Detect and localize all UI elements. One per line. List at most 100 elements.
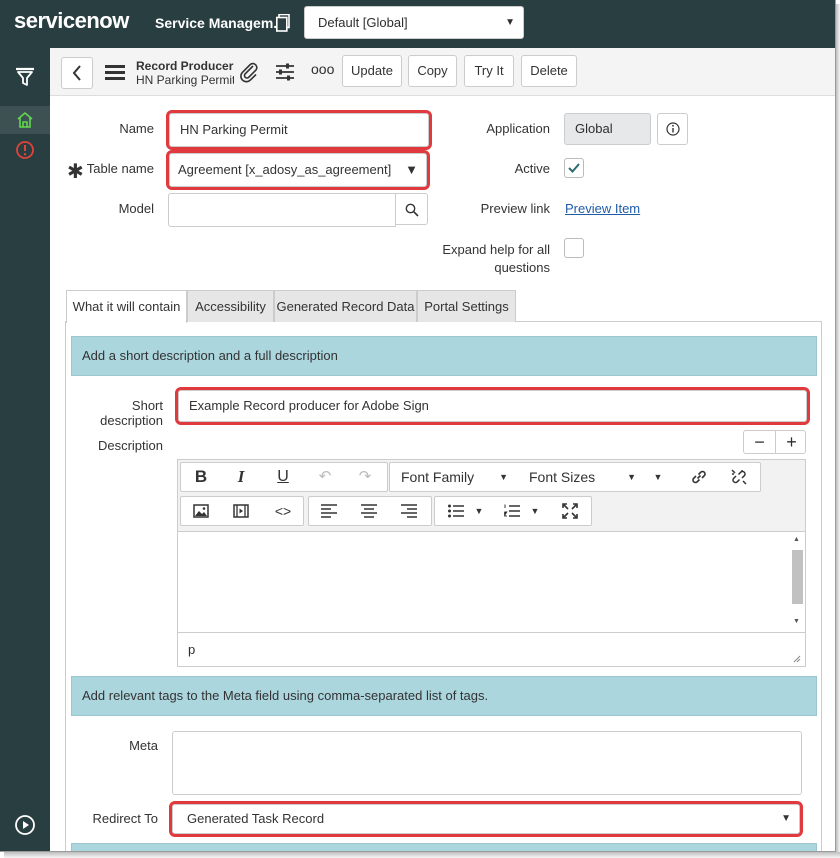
servicenow-logo[interactable]: servicenow [14,8,129,34]
window-shadow-bottom [4,852,840,858]
italic-button[interactable]: I [223,463,259,491]
short-description-field[interactable]: Example Record producer for Adobe Sign [175,387,810,425]
nav-all-apps[interactable] [0,106,50,134]
align-center-icon[interactable] [351,497,387,525]
search-icon [405,203,419,217]
chevron-down-icon[interactable]: ▼ [471,497,487,525]
redirect-to-select[interactable]: Generated Task Record ▼ [169,801,803,837]
personalize-icon[interactable] [274,61,296,83]
app-title: Service Managem... [155,15,285,31]
chevron-down-icon: ▼ [781,813,791,824]
expand-button[interactable]: + [776,431,807,453]
expand-help-checkbox[interactable] [564,238,584,258]
name-label: Name [119,121,154,136]
delete-button[interactable]: Delete [521,55,577,87]
preview-link-label: Preview link [480,201,550,216]
try-it-button[interactable]: Try It [464,55,514,87]
chevron-down-icon[interactable]: ▼ [527,497,543,525]
info-icon [666,122,680,136]
play-circle-icon[interactable] [14,814,36,836]
preview-item-link[interactable]: Preview Item [565,201,640,216]
window-shadow-right [836,4,840,856]
align-left-icon[interactable] [311,497,347,525]
scroll-up-icon[interactable]: ▲ [793,536,800,543]
list-group: ▼ ▼ [434,496,592,526]
application-label: Application [486,121,550,136]
redirect-to-label: Redirect To [92,811,158,826]
image-icon[interactable] [183,497,219,525]
back-button[interactable] [61,57,93,89]
font-sizes-select[interactable]: Font Sizes ▼ [522,463,642,491]
update-set-icon[interactable] [276,14,290,32]
model-lookup-button[interactable] [395,193,428,225]
redo-icon[interactable]: ↷ [347,463,383,491]
home-icon [17,111,33,128]
tab-generated-record-data[interactable]: Generated Record Data [274,290,417,322]
scrollbar-thumb[interactable] [792,550,803,604]
top-banner: servicenow Service Managem... Default [G… [0,0,835,48]
info-message-partial [71,843,817,851]
code-icon[interactable]: <> [265,497,301,525]
left-nav [0,48,50,851]
numbered-list-icon[interactable] [497,497,527,525]
align-group [308,496,432,526]
bold-button[interactable]: B [183,463,219,491]
model-field[interactable] [168,193,396,227]
copy-button[interactable]: Copy [408,55,457,87]
font-family-label: Font Family [401,469,475,485]
more-options-icon[interactable]: ooo [311,61,334,77]
meta-field[interactable] [172,731,802,795]
video-icon[interactable] [223,497,259,525]
paperclip-icon[interactable] [238,61,260,83]
insert-group: <> [180,496,304,526]
fullscreen-icon[interactable] [555,497,585,525]
table-name-value: Agreement [x_adosy_as_agreement] [178,162,392,177]
expand-help-label-line1: Expand help for all [442,242,550,257]
editor-scrollbar[interactable]: ▲ ▼ [791,534,803,630]
resize-handle-icon[interactable] [791,653,801,663]
bullet-list-icon[interactable] [441,497,471,525]
info-message-tags: Add relevant tags to the Meta field usin… [71,676,817,716]
application-field: Global [564,113,651,145]
chevron-down-icon: ▼ [499,472,508,482]
update-button[interactable]: Update [342,55,402,87]
text-format-group: B I U ↶ ↷ [180,462,388,492]
name-field[interactable]: HN Parking Permit [166,110,432,150]
tab-portal-settings[interactable]: Portal Settings [417,290,516,322]
scroll-down-icon[interactable]: ▼ [793,618,800,625]
align-right-icon[interactable] [391,497,427,525]
app-window: servicenow Service Managem... Default [G… [0,0,836,852]
unlink-icon[interactable] [724,463,754,491]
application-info-button[interactable] [657,113,688,145]
color-dropdown-icon[interactable]: ▼ [648,463,668,491]
chevron-down-icon: ▼ [627,472,636,482]
scope-selector[interactable]: Default [Global] ▼ [304,6,524,39]
context-menu-icon[interactable] [105,65,125,83]
info-message: Add a short description and a full descr… [71,336,817,376]
rich-text-editor: B I U ↶ ↷ Font Family ▼ Font Sizes ▼ ▼ <… [177,459,806,667]
form-header: Record Producer HN Parking Permit ooo Up… [50,48,835,96]
editor-toolbar: B I U ↶ ↷ Font Family ▼ Font Sizes ▼ ▼ <… [178,460,805,532]
underline-button[interactable]: U [265,463,301,491]
font-family-select[interactable]: Font Family ▼ [394,463,514,491]
tab-what-it-will-contain[interactable]: What it will contain [66,290,187,323]
table-name-select[interactable]: Agreement [x_adosy_as_agreement] ▼ [166,150,430,190]
checkmark-icon [568,163,580,173]
tab-accessibility[interactable]: Accessibility [187,290,274,322]
shrink-button[interactable]: − [744,431,775,453]
font-sizes-label: Font Sizes [529,469,596,485]
meta-label: Meta [129,738,158,753]
expand-help-label: Expand help for all questions [430,241,550,277]
alert-circle-icon[interactable] [15,140,35,160]
chevron-left-icon [72,65,81,81]
filter-icon[interactable] [14,66,36,88]
link-icon[interactable] [684,463,714,491]
required-asterisk: ✱ [67,161,84,183]
active-label: Active [514,161,550,176]
field-zoom-controls: − + [743,430,806,454]
chevron-down-icon: ▼ [405,162,418,177]
active-checkbox[interactable] [564,158,584,178]
undo-icon[interactable]: ↶ [307,463,343,491]
form-record-name: HN Parking Permit [136,73,234,87]
table-name-label: Table name [86,161,154,176]
